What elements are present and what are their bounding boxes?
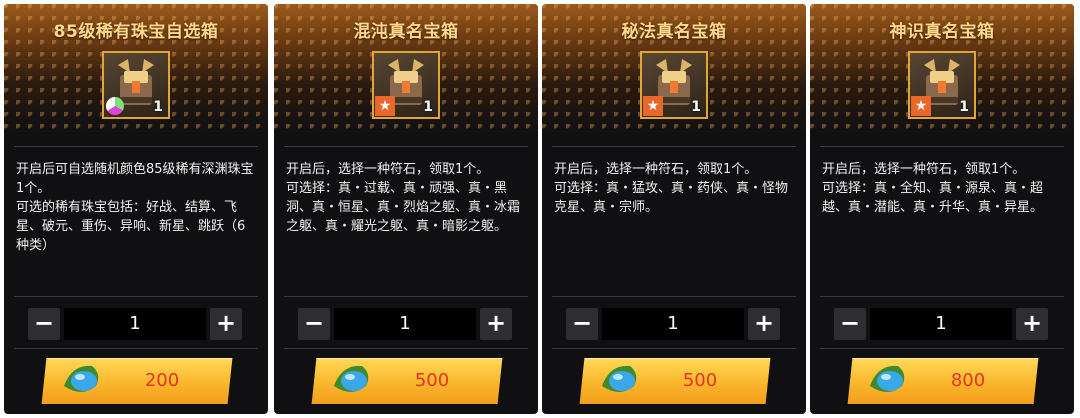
shop-card-chaos-box: 混沌真名宝箱 ★ 1 开启后，选择一种符石，领取1个。 可选择：真・过载、真・顽… [274,4,538,414]
divider [284,146,528,147]
shop-card-arcane-box: 秘法真名宝箱 ★ 1 开启后，选择一种符石，领取1个。 可选择：真・猛攻、真・药… [542,4,806,414]
quantity-stepper: − 1 + [834,308,1048,340]
rainbow-gem-badge-icon [106,97,124,115]
increase-button[interactable]: + [480,308,512,340]
item-slot[interactable]: ★ 1 [908,51,976,119]
quantity-value[interactable]: 1 [64,308,206,340]
card-title: 秘法真名宝箱 [621,22,727,42]
decrease-button[interactable]: − [298,308,330,340]
item-slot[interactable]: ★ 1 [640,51,708,119]
quantity-stepper: − 1 + [298,308,512,340]
divider [552,348,796,349]
item-count: 1 [153,99,163,115]
card-title: 混沌真名宝箱 [353,22,459,42]
blue-gem-icon [334,365,369,392]
price-label: 500 [682,370,718,391]
card-title: 神识真名宝箱 [889,22,995,42]
item-description: 开启后，选择一种符石，领取1个。 可选择：真・猛攻、真・药侠、真・怪物克星、真・… [554,162,789,215]
card-title: 85级稀有珠宝自选箱 [53,22,219,42]
star-icon: ★ [643,96,663,116]
divider [14,146,258,147]
blue-gem-icon [64,365,99,392]
increase-button[interactable]: + [748,308,780,340]
shop-card-divine-box: 神识真名宝箱 ★ 1 开启后，选择一种符石，领取1个。 可选择：真・全知、真・源… [810,4,1074,414]
quantity-stepper: − 1 + [28,308,242,340]
price-label: 200 [144,370,180,391]
divider [552,296,796,297]
divider [552,146,796,147]
increase-button[interactable]: + [1016,308,1048,340]
buy-button[interactable]: 800 [847,358,1039,404]
item-count: 1 [691,99,701,115]
divider [820,348,1064,349]
divider [14,348,258,349]
item-slot[interactable]: ★ 1 [372,51,440,119]
divider [14,296,258,297]
quantity-value[interactable]: 1 [334,308,476,340]
price-label: 500 [414,370,450,391]
buy-button[interactable]: 200 [41,358,233,404]
buy-button[interactable]: 500 [311,358,503,404]
divider [820,146,1064,147]
quantity-value[interactable]: 1 [870,308,1012,340]
blue-gem-icon [870,365,905,392]
decrease-button[interactable]: − [834,308,866,340]
divider [820,296,1064,297]
quantity-stepper: − 1 + [566,308,780,340]
item-slot[interactable]: 1 [102,51,170,119]
item-count: 1 [423,99,433,115]
item-description: 开启后，选择一种符石，领取1个。 可选择：真・过载、真・顽强、真・黑洞、真・恒星… [286,162,521,234]
item-count: 1 [959,99,969,115]
star-icon: ★ [911,96,931,116]
divider [284,296,528,297]
divider [284,348,528,349]
shop-card-jewel-box: 85级稀有珠宝自选箱 1 开启后可自选随机颜色85级稀有深渊珠宝1个。 可选的稀… [4,4,268,414]
item-description: 开启后，选择一种符石，领取1个。 可选择：真・全知、真・源泉、真・超越、真・潜能… [822,162,1044,215]
quantity-value[interactable]: 1 [602,308,744,340]
decrease-button[interactable]: − [566,308,598,340]
increase-button[interactable]: + [210,308,242,340]
star-icon: ★ [375,96,395,116]
decrease-button[interactable]: − [28,308,60,340]
price-label: 800 [950,370,986,391]
blue-gem-icon [602,365,637,392]
item-description: 开启后可自选随机颜色85级稀有深渊珠宝1个。 可选的稀有珠宝包括：好战、结算、飞… [16,162,254,253]
shop-panel: 85级稀有珠宝自选箱 1 开启后可自选随机颜色85级稀有深渊珠宝1个。 可选的稀… [0,0,1080,418]
buy-button[interactable]: 500 [579,358,771,404]
